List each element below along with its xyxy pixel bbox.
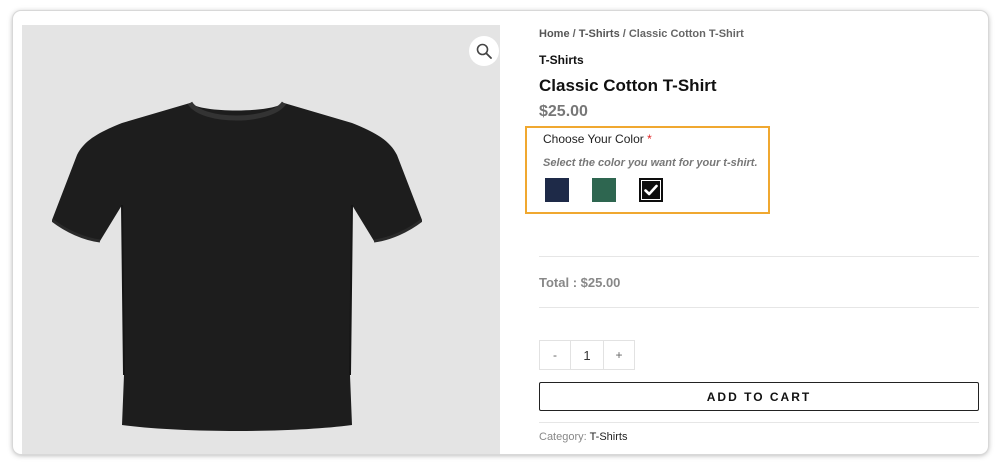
total-price: Total : $25.00 bbox=[539, 275, 620, 290]
color-swatch-black[interactable] bbox=[639, 178, 663, 202]
breadcrumb-home[interactable]: Home bbox=[539, 28, 570, 40]
color-option-label: Choose Your Color * bbox=[543, 132, 652, 146]
breadcrumb-separator: / bbox=[619, 28, 629, 40]
quantity-increment-button[interactable]: + bbox=[604, 341, 634, 369]
product-price: $25.00 bbox=[539, 103, 588, 120]
meta-category-link[interactable]: T-Shirts bbox=[590, 431, 628, 443]
product-info: Home / T-Shirts / Classic Cotton T-Shirt… bbox=[525, 11, 979, 454]
product-gallery bbox=[22, 25, 500, 454]
quantity-decrement-button[interactable]: - bbox=[540, 341, 570, 369]
add-to-cart-button[interactable]: ADD TO CART bbox=[539, 382, 979, 411]
total-value: $25.00 bbox=[580, 275, 621, 290]
breadcrumb: Home / T-Shirts / Classic Cotton T-Shirt bbox=[539, 28, 744, 40]
product-title: Classic Cotton T-Shirt bbox=[539, 76, 717, 95]
magnifier-icon bbox=[476, 43, 492, 59]
breadcrumb-current: Classic Cotton T-Shirt bbox=[628, 28, 744, 40]
divider bbox=[539, 307, 979, 308]
required-mark: * bbox=[647, 132, 652, 146]
breadcrumb-category[interactable]: T-Shirts bbox=[579, 28, 620, 40]
breadcrumb-separator: / bbox=[569, 28, 579, 40]
color-option-label-text: Choose Your Color bbox=[543, 132, 644, 146]
color-swatches bbox=[545, 178, 663, 202]
divider bbox=[539, 422, 979, 423]
product-category: T-Shirts bbox=[539, 53, 584, 67]
zoom-button[interactable] bbox=[469, 36, 499, 66]
meta-category-label: Category: bbox=[539, 431, 590, 443]
color-swatch-green[interactable] bbox=[592, 178, 616, 202]
quantity-stepper: - + bbox=[539, 340, 635, 370]
total-label: Total : bbox=[539, 275, 581, 290]
color-swatch-navy[interactable] bbox=[545, 178, 569, 202]
color-help-text: Select the color you want for your t-shi… bbox=[543, 157, 758, 169]
divider bbox=[539, 256, 979, 257]
product-image[interactable] bbox=[52, 75, 422, 435]
product-page: Home / T-Shirts / Classic Cotton T-Shirt… bbox=[13, 11, 988, 454]
quantity-input[interactable] bbox=[570, 341, 604, 369]
product-meta: Category: T-Shirts bbox=[539, 431, 627, 443]
color-option-group: Choose Your Color * Select the color you… bbox=[525, 126, 770, 214]
check-icon bbox=[644, 184, 658, 196]
